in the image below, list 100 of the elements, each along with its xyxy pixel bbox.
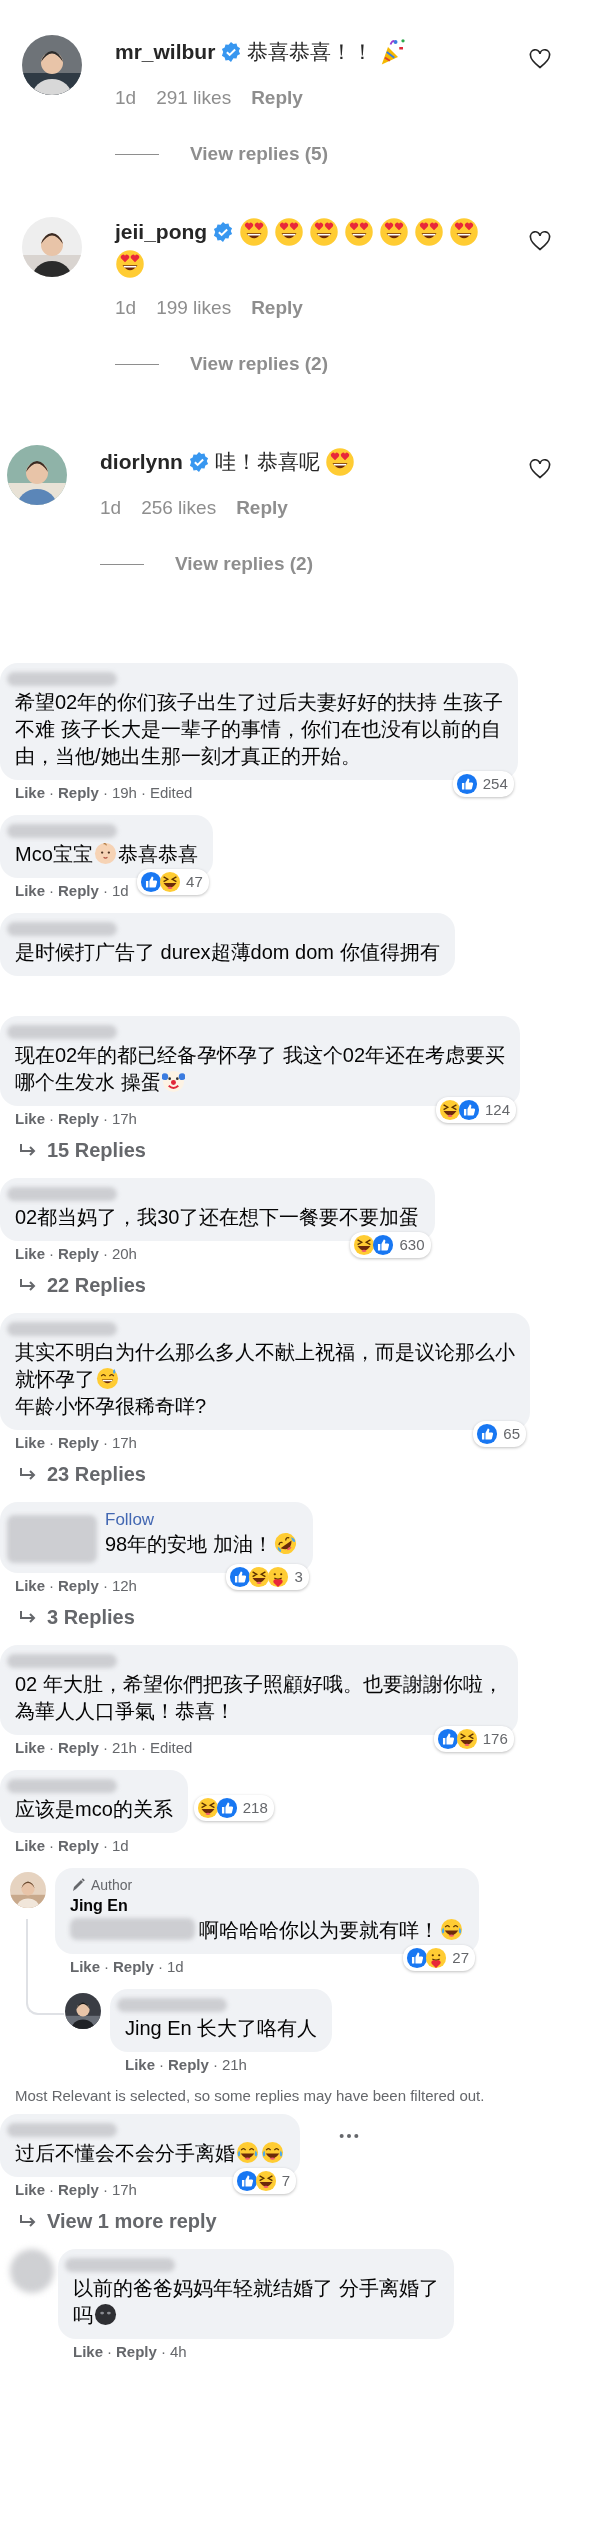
reaction-pill[interactable]: 254 xyxy=(452,771,514,797)
reaction-count: 3 xyxy=(294,1567,303,1587)
reaction-pill[interactable]: 47 xyxy=(137,869,209,895)
comment-time: 19h xyxy=(111,783,137,803)
comment-text: 98年的安地 加油！ xyxy=(105,1533,273,1555)
reply-link[interactable]: Reply xyxy=(58,2180,99,2200)
like-link[interactable]: Like xyxy=(125,2055,155,2075)
laughing-emoji-icon xyxy=(248,1566,271,1588)
replies-link[interactable]: View 1 more reply xyxy=(0,2210,217,2233)
reaction-pill[interactable]: 124 xyxy=(436,1097,517,1123)
separator-dot: · xyxy=(49,1836,54,1856)
thumbs-up-icon xyxy=(458,1099,481,1121)
replies-link[interactable]: 22 Replies xyxy=(0,1274,146,1297)
view-replies-link[interactable]: View replies (2) xyxy=(190,353,328,375)
comment-time: 1d xyxy=(166,1957,184,1977)
separator-dot: · xyxy=(49,1244,54,1264)
like-link[interactable]: Like xyxy=(15,1109,45,1129)
view-replies-link[interactable]: View replies (5) xyxy=(190,143,328,165)
username[interactable]: diorlynn xyxy=(100,450,183,474)
reaction-pill[interactable]: 7 xyxy=(232,2168,296,2194)
separator-dot: · xyxy=(49,1738,54,1758)
separator-dot: · xyxy=(102,2180,108,2200)
reply-link[interactable]: Reply xyxy=(58,881,99,901)
comment-text: 恭喜恭喜 xyxy=(117,843,198,865)
reaction-pill[interactable]: 65 xyxy=(473,1421,526,1447)
reply-link[interactable]: Reply xyxy=(58,1738,99,1758)
heart-icon[interactable] xyxy=(528,457,552,481)
heart-icon[interactable] xyxy=(528,229,552,253)
more-options-icon[interactable] xyxy=(338,2131,360,2140)
comment-text: 恭喜恭喜！！ xyxy=(247,39,374,65)
username[interactable]: mr_wilbur xyxy=(115,40,216,64)
likes-link[interactable]: 291 likes xyxy=(156,87,232,109)
like-link[interactable]: Like xyxy=(15,1244,45,1264)
reply-link[interactable]: Reply xyxy=(58,1576,99,1596)
comment-time: 21h xyxy=(111,1738,137,1758)
reaction-count: 47 xyxy=(186,872,203,892)
like-link[interactable]: Like xyxy=(15,1738,45,1758)
hugging-emoji-icon xyxy=(425,1947,448,1969)
reaction-pill[interactable]: 630 xyxy=(350,1232,431,1258)
view-replies-link[interactable]: View replies (2) xyxy=(175,553,313,575)
reply-link[interactable]: Reply xyxy=(58,1244,99,1264)
comment-text: 啊哈哈哈你以为要就有咩！ xyxy=(199,1919,439,1941)
separator-dot: · xyxy=(104,1957,109,1977)
separator-dot: · xyxy=(49,1433,54,1453)
pencil-icon xyxy=(70,1877,86,1893)
username[interactable]: jeii_pong xyxy=(115,220,208,244)
reaction-pill[interactable]: 218 xyxy=(193,1795,274,1821)
separator-dot: · xyxy=(102,1244,108,1264)
reply-link[interactable]: Reply xyxy=(168,2055,209,2075)
follow-link[interactable]: Follow xyxy=(105,1509,298,1531)
comment-time: 21h xyxy=(221,2055,247,2075)
commenter-name[interactable]: Jing En xyxy=(70,1895,464,1917)
thumbs-up-icon xyxy=(229,1566,252,1588)
comment-text: 其实不明白为什么那么多人不献上祝福，而是议论那么小 xyxy=(15,1341,515,1363)
like-link[interactable]: Like xyxy=(73,2342,103,2362)
like-link[interactable]: Like xyxy=(70,1957,100,1977)
reaction-pill[interactable]: 3 xyxy=(226,1564,309,1590)
like-link[interactable]: Like xyxy=(15,1433,45,1453)
heart-eyes-emoji-icon xyxy=(274,217,305,247)
reply-link[interactable]: Reply xyxy=(116,2342,157,2362)
heart-eyes-emoji-icon xyxy=(324,447,355,477)
heart-icon[interactable] xyxy=(528,47,552,71)
heart-eyes-emoji-icon xyxy=(115,249,145,279)
heart-eyes-emoji-icon xyxy=(414,217,445,247)
like-link[interactable]: Like xyxy=(15,783,45,803)
comment-text: 哇！恭喜呢 xyxy=(214,449,320,475)
likes-link[interactable]: 256 likes xyxy=(141,497,217,519)
reply-link[interactable]: Reply xyxy=(58,1433,99,1453)
reaction-count: 630 xyxy=(399,1235,425,1255)
comment-time: 1d xyxy=(115,297,137,319)
separator-dot: · xyxy=(49,1576,54,1596)
separator-dot: · xyxy=(49,783,54,803)
replies-link[interactable]: 3 Replies xyxy=(0,1606,135,1629)
comment-time: 20h xyxy=(111,1244,137,1264)
reaction-count: 176 xyxy=(482,1729,508,1749)
comment-text: 02 年大肚，希望你們把孩子照顧好哦。也要謝謝你啦， xyxy=(15,1673,503,1695)
comment-text: 年龄小怀孕很稀奇咩? xyxy=(15,1395,207,1417)
separator-dot: · xyxy=(140,783,146,803)
comment-text: 是时候打广告了 durex超薄dom dom 你值得拥有 xyxy=(15,941,440,963)
reply-link[interactable]: Reply xyxy=(58,1836,99,1856)
like-link[interactable]: Like xyxy=(15,881,45,901)
reaction-pill[interactable]: 27 xyxy=(403,1945,475,1971)
reply-link[interactable]: Reply xyxy=(251,87,303,109)
reply-link[interactable]: Reply xyxy=(251,297,303,319)
baby-emoji-icon xyxy=(93,842,117,865)
like-link[interactable]: Like xyxy=(15,2180,45,2200)
like-link[interactable]: Like xyxy=(15,1836,45,1856)
reply-link[interactable]: Reply xyxy=(58,1109,99,1129)
reaction-count: 27 xyxy=(452,1948,469,1968)
reply-link[interactable]: Reply xyxy=(113,1957,154,1977)
reply-link[interactable]: Reply xyxy=(58,783,99,803)
comment-time: 17h xyxy=(111,1433,137,1453)
reaction-pill[interactable]: 176 xyxy=(433,1726,514,1752)
likes-link[interactable]: 199 likes xyxy=(156,297,232,319)
thumbs-up-icon xyxy=(140,871,163,893)
reply-link[interactable]: Reply xyxy=(236,497,288,519)
comment-text: 应该是mco的关系 xyxy=(15,1798,173,1820)
replies-link[interactable]: 23 Replies xyxy=(0,1463,146,1486)
like-link[interactable]: Like xyxy=(15,1576,45,1596)
replies-link[interactable]: 15 Replies xyxy=(0,1139,146,1162)
